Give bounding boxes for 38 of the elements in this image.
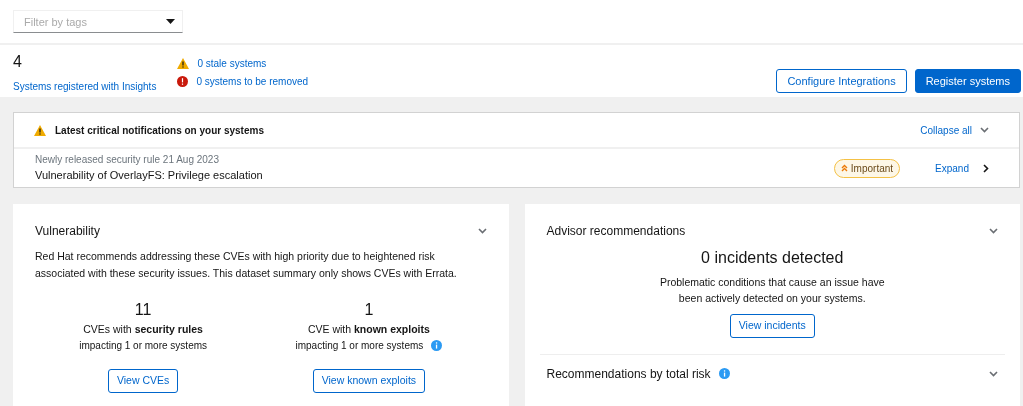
systems-link[interactable]: Systems registered with Insights	[13, 79, 157, 94]
alert-link[interactable]: 0 stale systems	[197, 56, 267, 71]
warning-icon	[177, 58, 190, 69]
stat-label: CVE with known exploits	[306, 322, 431, 337]
view-incidents-button[interactable]: View incidents	[729, 314, 815, 338]
notification-date: Newly released security rule 21 Aug 2023	[35, 153, 220, 168]
view-button[interactable]: View known exploits	[312, 368, 426, 393]
double-chevron-up-icon	[840, 164, 848, 172]
warning-icon	[34, 124, 46, 136]
notification-title: Vulnerability of OverlayFS: Privilege escalation	[35, 168, 263, 184]
expand-link[interactable]: Expand	[935, 160, 969, 176]
notifications-title: Latest critical notifications on your systems	[55, 123, 264, 138]
stat-sublabel: impacting 1 or more systems	[295, 338, 424, 353]
severity-badge: Important	[833, 158, 901, 178]
stat-sublabel: impacting 1 or more systems	[79, 338, 208, 353]
incidents-heading: 0 incidents detected	[700, 248, 845, 268]
card-description: Red Hat recommends addressing these CVEs with high priority due to heightened risk associated with these security issues. This dataset summary only shows CVEs with Errata.	[35, 249, 458, 281]
chevron-down-icon	[989, 370, 998, 377]
card-title: Vulnerability	[35, 224, 100, 238]
view-button[interactable]: View CVEs	[107, 368, 179, 393]
chevron-down-icon	[989, 228, 998, 234]
stat-number: 11	[133, 300, 153, 320]
section-title: Recommendations by total risk	[546, 366, 711, 381]
chevron-down-icon	[980, 127, 989, 133]
error-icon	[177, 76, 189, 87]
incidents-text: Problematic conditions that cause an issue have been actively detected on your systems.	[658, 275, 886, 306]
configure-button[interactable]: Configure Integrations	[776, 69, 907, 93]
collapse-all-link[interactable]: Collapse all	[920, 122, 972, 138]
alert-link[interactable]: 0 systems to be removed	[196, 74, 309, 89]
chevron-down-icon	[477, 228, 487, 234]
stat-number: 1	[363, 300, 375, 320]
card-title: Advisor recommendations	[546, 224, 686, 238]
count-number: 4	[13, 53, 23, 71]
caret-icon	[166, 19, 175, 24]
stat-label: CVEs with security rules	[82, 322, 204, 337]
register-button[interactable]: Register systems	[914, 69, 1021, 93]
filter-dropdown[interactable]: Filter by tags	[13, 10, 183, 33]
chevron-right-icon	[983, 163, 989, 173]
